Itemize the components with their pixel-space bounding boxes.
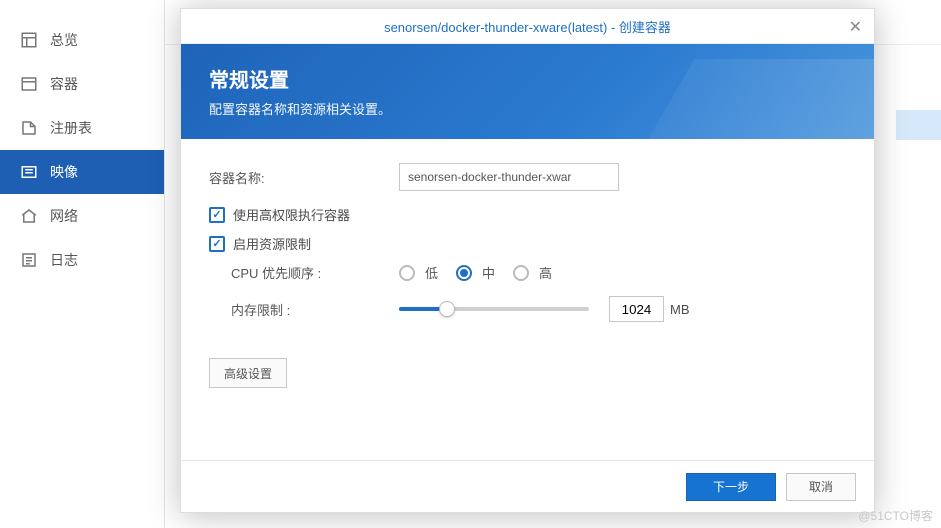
modal-footer: 下一步 取消 — [181, 460, 874, 512]
banner-title: 常规设置 — [209, 64, 846, 93]
cpu-high-label: 高 — [539, 263, 552, 282]
cpu-high-radio[interactable] — [513, 265, 529, 281]
sidebar-item-image[interactable]: 映像 — [0, 150, 164, 194]
sidebar-item-overview[interactable]: 总览 — [0, 18, 164, 62]
registry-icon — [20, 119, 38, 137]
container-name-label: 容器名称: — [209, 168, 399, 187]
container-icon — [20, 75, 38, 93]
resource-limit-label: 启用资源限制 — [233, 234, 311, 253]
memory-slider[interactable] — [399, 307, 589, 311]
next-button[interactable]: 下一步 — [686, 473, 776, 501]
modal-title: senorsen/docker-thunder-xware(latest) - … — [384, 17, 671, 36]
high-privilege-checkbox[interactable] — [209, 207, 225, 223]
sidebar-item-container[interactable]: 容器 — [0, 62, 164, 106]
container-name-input[interactable] — [399, 163, 619, 191]
resource-limit-checkbox[interactable] — [209, 236, 225, 252]
sidebar-item-registry[interactable]: 注册表 — [0, 106, 164, 150]
create-container-modal: senorsen/docker-thunder-xware(latest) - … — [180, 8, 875, 513]
log-icon — [20, 251, 38, 269]
sidebar-item-label: 总览 — [50, 30, 78, 50]
form-area: 容器名称: 使用高权限执行容器 启用资源限制 CPU 优先顺序 : 低 中 高 … — [181, 139, 874, 388]
cpu-priority-radio-group: 低 中 高 — [399, 263, 560, 282]
network-icon — [20, 207, 38, 225]
image-icon — [20, 163, 38, 181]
cpu-priority-label: CPU 优先顺序 : — [231, 263, 399, 282]
cpu-mid-radio[interactable] — [456, 265, 472, 281]
overview-icon — [20, 31, 38, 49]
sidebar-item-network[interactable]: 网络 — [0, 194, 164, 238]
memory-unit: MB — [670, 302, 690, 317]
modal-banner: 常规设置 配置容器名称和资源相关设置。 — [181, 44, 874, 139]
watermark: @51CTO博客 — [858, 507, 933, 524]
modal-titlebar: senorsen/docker-thunder-xware(latest) - … — [181, 9, 874, 44]
memory-limit-label: 内存限制 : — [231, 300, 399, 319]
sidebar-item-label: 网络 — [50, 206, 78, 226]
high-privilege-label: 使用高权限执行容器 — [233, 205, 350, 224]
sidebar-item-label: 日志 — [50, 250, 78, 270]
sidebar-item-label: 映像 — [50, 162, 78, 182]
sidebar-item-label: 容器 — [50, 74, 78, 94]
sidebar-item-log[interactable]: 日志 — [0, 238, 164, 282]
slider-thumb[interactable] — [439, 301, 455, 317]
sidebar-item-label: 注册表 — [50, 118, 92, 138]
close-icon[interactable]: ✕ — [849, 17, 862, 37]
banner-subtitle: 配置容器名称和资源相关设置。 — [209, 99, 846, 118]
cpu-low-radio[interactable] — [399, 265, 415, 281]
sidebar: 总览 容器 注册表 映像 网络 日志 — [0, 0, 165, 528]
cancel-button[interactable]: 取消 — [786, 473, 856, 501]
advanced-settings-button[interactable]: 高级设置 — [209, 358, 287, 388]
cpu-low-label: 低 — [425, 263, 438, 282]
cpu-mid-label: 中 — [482, 263, 495, 282]
memory-input[interactable] — [609, 296, 664, 322]
